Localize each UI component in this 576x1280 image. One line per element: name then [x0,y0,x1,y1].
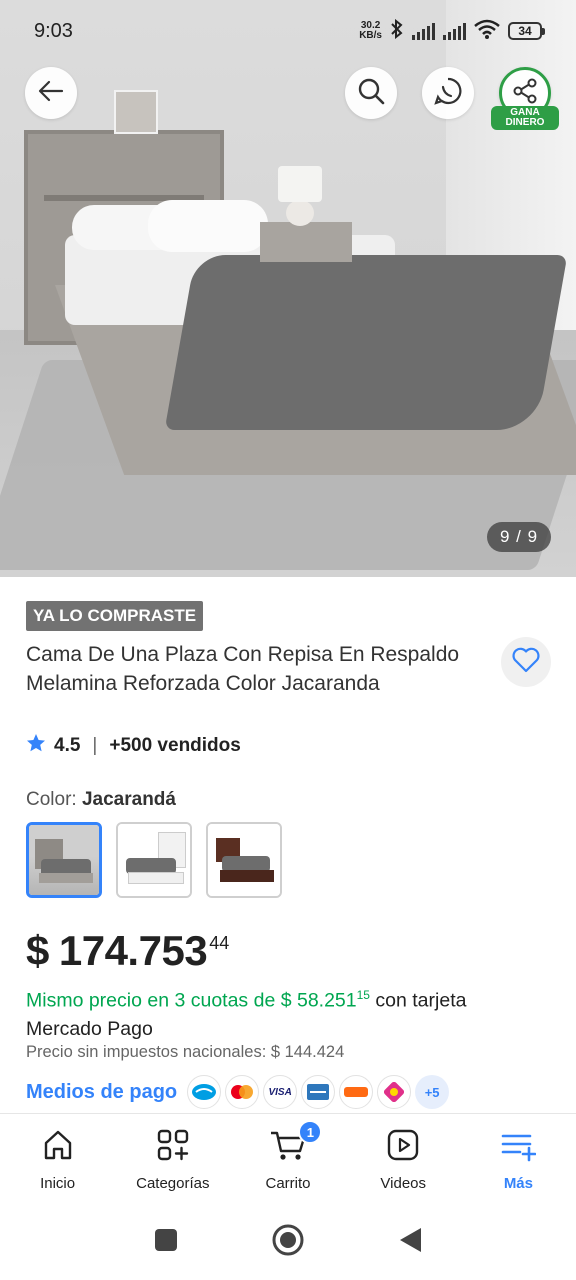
price-currency: $ [26,927,49,974]
nav-videos[interactable]: Videos [346,1114,461,1205]
gana-dinero-badge[interactable]: GANA DINERO [491,106,559,130]
nav-label: Carrito [265,1175,311,1192]
status-bar: 9:03 30.2 KB/s 34 [0,0,576,62]
home-icon [41,1128,75,1167]
naranja-icon [339,1075,374,1109]
price: $ 174.753 44 [26,927,229,975]
pillow [148,200,268,252]
nav-categorias[interactable]: Categorías [115,1114,230,1205]
product-image[interactable]: 9 / 9 [0,0,576,577]
categories-icon [156,1128,190,1167]
color-selector-label: Color: Jacarandá [26,789,176,811]
variant-thumb-wengue[interactable] [206,822,282,898]
search-icon [357,77,385,110]
whatsapp-icon [433,76,463,111]
bottom-navigation: Inicio Categorías 1 Carrito Videos Más [0,1113,576,1205]
videos-icon [386,1128,420,1167]
back-nav-button[interactable] [397,1226,423,1259]
variant-thumb-jacaranda[interactable] [26,822,102,898]
price-amount: 174.753 [58,927,208,974]
status-icons: 30.2 KB/s 34 [359,18,545,44]
cart-count-badge: 1 [298,1120,323,1144]
share-icon [512,78,538,109]
signal-icon [443,22,466,40]
more-payment-methods[interactable]: +5 [415,1075,450,1109]
cabal-icon [377,1075,412,1109]
payment-methods-row: Medios de pago VISA +5 [26,1075,450,1109]
color-label-value: Jacarandá [81,789,176,810]
system-navigation-bar [0,1205,576,1280]
rating-value: 4.5 [54,735,81,756]
recent-apps-button[interactable] [153,1227,179,1258]
signal-icon [412,22,435,40]
picture-frame [114,90,158,134]
home-button[interactable] [271,1223,305,1262]
color-variants [26,822,282,898]
bluetooth-icon [390,18,404,44]
installments-text: Mismo precio en 3 cuotas de [26,989,276,1012]
sold-count: +500 vendidos [109,735,241,756]
price-without-taxes: Precio sin impuestos nacionales: $ 144.4… [26,1043,345,1061]
nightstand [260,222,352,262]
search-button[interactable] [345,67,397,119]
nav-carrito[interactable]: 1 Carrito [230,1114,345,1205]
star-icon [26,733,46,759]
installment-amount: $ 58.251 [280,989,357,1012]
nav-inicio[interactable]: Inicio [0,1114,115,1205]
nav-label: Más [503,1175,533,1192]
amex-icon [301,1075,336,1109]
menu-plus-icon [500,1128,537,1167]
rating-separator: | [92,735,98,756]
nav-label: Videos [380,1175,426,1192]
image-counter: 9 / 9 [487,522,551,552]
rating-row[interactable]: 4.5 | +500 vendidos [26,733,241,759]
purchased-badge: YA LO COMPRASTE [26,601,204,631]
mercado-pago-icon [187,1075,222,1109]
mastercard-icon [225,1075,260,1109]
favorite-button[interactable] [501,637,551,687]
network-speed: 30.2 KB/s [359,21,382,41]
nav-mas[interactable]: Más [461,1114,576,1205]
status-time: 9:03 [34,19,73,42]
product-title: Cama De Una Plaza Con Repisa En Respaldo… [26,643,460,695]
color-label-prefix: Color: [26,789,77,810]
arrow-left-icon [38,80,64,107]
wifi-icon [474,19,500,44]
heart-icon [512,647,540,678]
installments-info: Mismo precio en 3 cuotas de $ 58.25115 c… [26,981,546,1043]
network-speed-unit: KB/s [359,30,382,41]
price-cents: 44 [209,933,230,953]
installment-cents: 15 [356,988,370,1002]
payment-methods-link[interactable]: Medios de pago [26,1081,177,1104]
back-button[interactable] [25,67,77,119]
variant-thumb-white[interactable] [116,822,192,898]
lamp-base [286,200,314,226]
blanket [164,255,568,430]
visa-icon: VISA [263,1075,298,1109]
nav-label: Inicio [40,1175,76,1192]
whatsapp-share-button[interactable] [422,67,474,119]
battery-icon: 34 [508,22,545,40]
lamp-shade [278,166,322,202]
gana-dinero-line2: DINERO [505,117,545,128]
nav-label: Categorías [136,1175,210,1192]
